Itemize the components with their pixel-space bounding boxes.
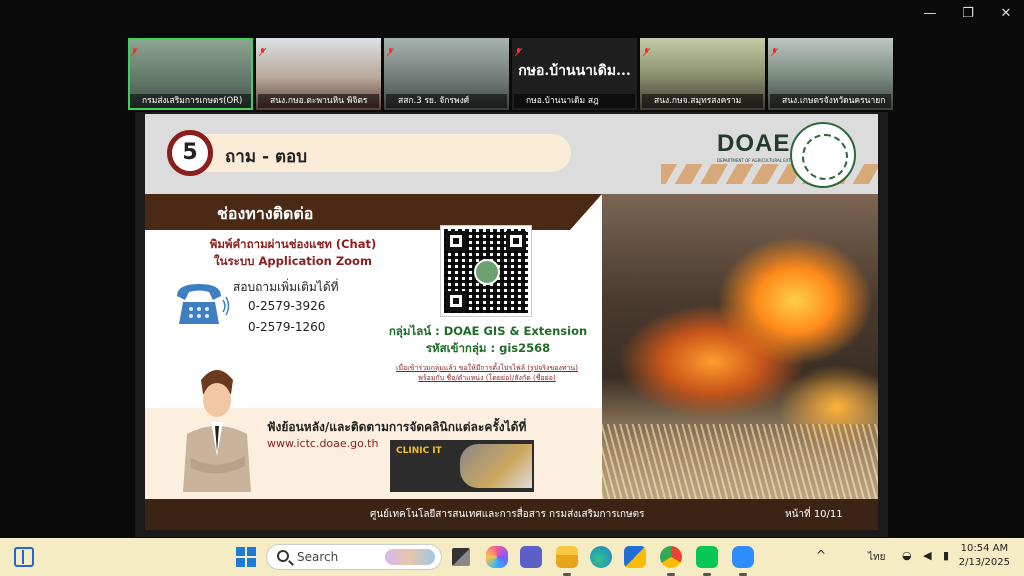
footer-organization: ศูนย์เทคโนโลยีสารสนเทศและการสื่อสาร กรมส…	[370, 509, 645, 520]
shared-slide: 5 ถาม - ตอบ DOAE DEPARTMENT OF AGRICULTU…	[145, 114, 878, 530]
file-explorer-icon[interactable]	[556, 546, 578, 576]
line-group-info: กลุ่มไลน์ : DOAE GIS & Extension รหัสเข้…	[373, 323, 603, 357]
participant-tile[interactable]: กษอ.บ้านนาเดิม... กษอ.บ้านนาเดิม สฎ	[512, 38, 637, 110]
line-group-name: กลุ่มไลน์ : DOAE GIS & Extension	[388, 324, 588, 338]
participant-tile[interactable]: สนง.กษอ.ตะพานหิน พิจิตร	[256, 38, 381, 110]
participant-tile[interactable]: สสก.3 รย. จักรพงศ์	[384, 38, 509, 110]
participant-name: สสก.3 รย. จักรพงศ์	[386, 94, 507, 108]
minimize-button[interactable]: —	[920, 6, 940, 21]
clinic-it-label: CLINIC IT	[396, 446, 442, 456]
participant-name: กษอ.บ้านนาเดิม สฎ	[514, 94, 635, 108]
muted-mic-icon	[514, 41, 523, 57]
participant-big-label: กษอ.บ้านนาเดิม...	[518, 63, 631, 79]
task-view-icon[interactable]	[452, 548, 470, 566]
straw-foreground	[602, 424, 878, 499]
section-band	[145, 194, 602, 230]
telephone-icon	[177, 284, 230, 324]
phone-number-1: 0-2579-3926	[248, 299, 326, 313]
muted-mic-icon	[770, 41, 779, 57]
participant-name: สนง.กษจ.สมุทรสงคราม	[642, 94, 763, 108]
teams-icon[interactable]	[520, 546, 542, 568]
muted-mic-icon	[130, 41, 139, 57]
clock-date: 2/13/2025	[958, 557, 1010, 568]
search-box[interactable]: Search	[266, 544, 442, 570]
widgets-icon[interactable]	[14, 547, 34, 567]
participant-strip: กรมส่งเสริมการเกษตร(OR) สนง.กษอ.ตะพานหิน…	[128, 38, 893, 110]
chat-instructions: พิมพ์คำถามผ่านช่องแชท (Chat) ในระบบ Appl…	[203, 236, 383, 270]
muted-mic-icon	[258, 41, 267, 57]
slide-number-badge: 5	[167, 130, 213, 176]
muted-mic-icon	[642, 41, 651, 57]
participant-tile[interactable]: กรมส่งเสริมการเกษตร(OR)	[128, 38, 253, 110]
search-highlight-icon	[385, 549, 435, 565]
phone-number-2: 0-2579-1260	[248, 320, 326, 334]
qr-finder	[446, 291, 466, 311]
participant-name: กรมส่งเสริมการเกษตร(OR)	[130, 94, 251, 108]
chat-line-1: พิมพ์คำถามผ่านช่องแชท (Chat)	[209, 237, 377, 251]
qr-finder	[446, 231, 466, 251]
slide-title: ถาม - ตอบ	[225, 147, 307, 167]
chat-line-2: ในระบบ Application Zoom	[214, 254, 372, 268]
replay-url-link[interactable]: www.ictc.doae.go.th	[267, 437, 378, 450]
section-title: ช่องทางติดต่อ	[217, 204, 314, 223]
muted-mic-icon	[386, 41, 395, 57]
clinic-photo	[460, 444, 532, 488]
participant-tile[interactable]: สนง.เกษตรจังหวัดนครนายก	[768, 38, 893, 110]
network-volume-battery-icon[interactable]: ◒ ◀ ▮	[902, 549, 953, 562]
department-seal-icon	[790, 122, 856, 188]
participant-tile[interactable]: สนง.กษจ.สมุทรสงคราม	[640, 38, 765, 110]
restore-button[interactable]: ❐	[958, 6, 978, 21]
show-hidden-icons-button[interactable]: ^	[816, 548, 826, 562]
replay-label: ฟังย้อนหลัง/และติดตามการจัดคลินิกแต่ละคร…	[267, 420, 527, 434]
profile-note: เมื่อเข้าร่วมกลุ่มแล้ว ขอให้มีการตั้งโปร…	[367, 363, 607, 383]
screen: — ❐ ✕ กรมส่งเสริมการเกษตร(OR) สนง.กษอ.ตะ…	[0, 0, 1024, 576]
profile-note-1: เมื่อเข้าร่วมกลุ่มแล้ว ขอให้มีการตั้งโปร…	[396, 364, 578, 372]
clock-time: 10:54 AM	[960, 543, 1009, 554]
qr-logo-icon	[474, 259, 500, 285]
qr-finder	[506, 231, 526, 251]
presenter-illustration-icon	[183, 370, 251, 492]
line-qr-code	[440, 225, 532, 317]
line-group-code: รหัสเข้ากลุ่ม : gis2568	[425, 341, 551, 355]
zoom-icon[interactable]	[732, 546, 754, 576]
edge-icon[interactable]	[590, 546, 612, 568]
taskbar: Search ^ ไทย ◒ ◀ ▮ 10:54 AM 2/13/2025	[0, 538, 1024, 576]
copilot-icon[interactable]	[486, 546, 508, 568]
search-icon	[277, 550, 289, 562]
search-placeholder: Search	[297, 550, 339, 564]
close-button[interactable]: ✕	[996, 6, 1016, 21]
participant-name: สนง.เกษตรจังหวัดนครนายก	[770, 94, 891, 108]
clinic-it-banner: CLINIC IT	[390, 440, 534, 492]
chrome-icon[interactable]	[660, 546, 682, 576]
line-icon[interactable]	[696, 546, 718, 576]
input-language[interactable]: ไทย	[868, 550, 885, 565]
participant-name: สนง.กษอ.ตะพานหิน พิจิตร	[258, 94, 379, 108]
clock[interactable]: 10:54 AM 2/13/2025	[959, 542, 1010, 570]
page-indicator: หน้าที่ 10/11	[785, 509, 843, 520]
store-icon[interactable]	[624, 546, 646, 568]
start-button[interactable]	[236, 547, 256, 567]
ask-more-label: สอบถามเพิ่มเติมได้ที่	[233, 280, 339, 294]
window-controls: — ❐ ✕	[920, 6, 1016, 21]
doae-logo: DOAE	[717, 130, 791, 157]
profile-note-2: พร้อมกับ ชื่อ/ตำแหน่ง (โดยย่อ)/สังกัด (ช…	[418, 374, 556, 382]
